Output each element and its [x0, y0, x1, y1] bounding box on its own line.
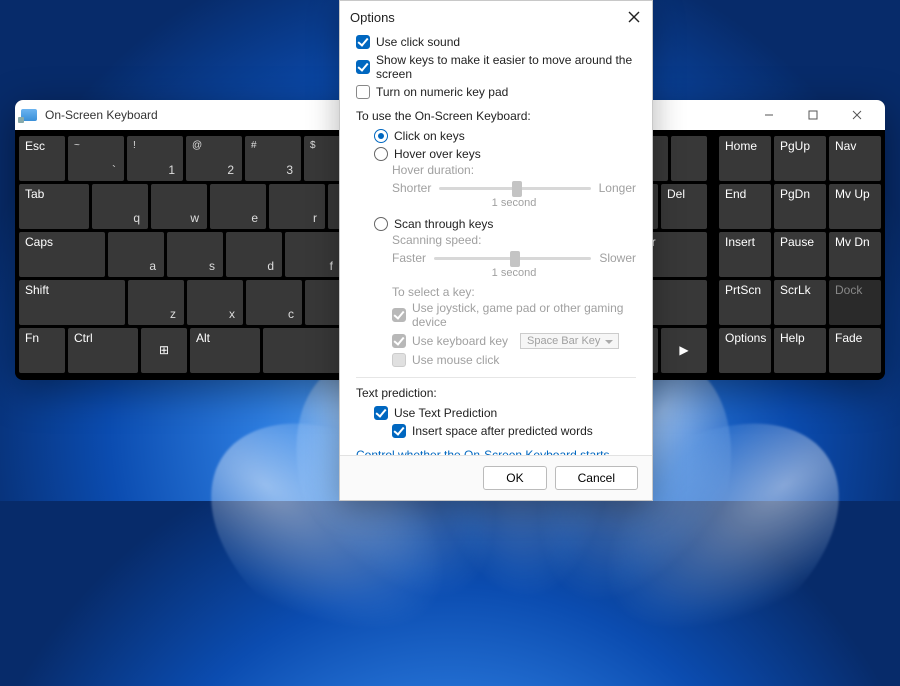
key-right-arrow[interactable]: ▶: [661, 328, 707, 373]
to-use-heading: To use the On-Screen Keyboard:: [356, 109, 636, 123]
key-a[interactable]: a: [108, 232, 164, 277]
key-2[interactable]: @2: [186, 136, 242, 181]
key-win[interactable]: ⊞: [141, 328, 187, 373]
key-f[interactable]: f: [285, 232, 341, 277]
checkbox-icon: [356, 35, 370, 49]
close-icon[interactable]: [626, 9, 642, 25]
key-help[interactable]: Help: [774, 328, 826, 373]
osk-title: On-Screen Keyboard: [45, 108, 158, 122]
key-ctrl[interactable]: Ctrl: [68, 328, 138, 373]
control-startup-link[interactable]: Control whether the On-Screen Keyboard s…: [356, 448, 636, 455]
key-pause[interactable]: Pause: [774, 232, 826, 277]
slider-longer-label: Longer: [599, 181, 636, 195]
checkbox-mouse-click: Use mouse click: [392, 351, 636, 369]
radio-scan-keys[interactable]: Scan through keys: [374, 215, 636, 233]
key-nav[interactable]: Nav: [829, 136, 881, 181]
checkbox-icon: [392, 424, 406, 438]
radio-icon: [374, 129, 388, 143]
text-prediction-heading: Text prediction:: [356, 386, 636, 400]
maximize-button[interactable]: [791, 100, 835, 130]
key-fn[interactable]: Fn: [19, 328, 65, 373]
key-esc[interactable]: Esc: [19, 136, 65, 181]
scanning-speed-label: Scanning speed:: [392, 233, 636, 247]
options-title: Options: [350, 10, 395, 25]
hover-duration-slider: [439, 181, 590, 195]
key-end[interactable]: End: [719, 184, 771, 229]
key-s[interactable]: s: [167, 232, 223, 277]
checkbox-numpad[interactable]: Turn on numeric key pad: [356, 83, 636, 101]
checkbox-show-keys[interactable]: Show keys to make it easier to move arou…: [356, 51, 636, 83]
key-shift-left[interactable]: Shift: [19, 280, 125, 325]
key-mvdn[interactable]: Mv Dn: [829, 232, 881, 277]
checkbox-icon: [356, 85, 370, 99]
windows-icon: ⊞: [159, 344, 169, 357]
checkbox-icon: [356, 60, 370, 74]
key-fade[interactable]: Fade: [829, 328, 881, 373]
to-select-label: To select a key:: [392, 285, 636, 299]
ok-button[interactable]: OK: [483, 466, 546, 490]
key-x[interactable]: x: [187, 280, 243, 325]
key-caps[interactable]: Caps: [19, 232, 105, 277]
minimize-button[interactable]: [747, 100, 791, 130]
options-titlebar[interactable]: Options: [340, 1, 652, 33]
osk-app-icon: [21, 109, 37, 121]
key-tilde[interactable]: ~`: [68, 136, 124, 181]
key-insert[interactable]: Insert: [719, 232, 771, 277]
scanning-speed-slider: [434, 251, 591, 265]
slider-faster-label: Faster: [392, 251, 426, 265]
checkbox-keyboard-key: Use keyboard keySpace Bar Key: [392, 331, 636, 351]
key-home[interactable]: Home: [719, 136, 771, 181]
key-alt[interactable]: Alt: [190, 328, 260, 373]
checkbox-icon: [392, 353, 406, 367]
key-r[interactable]: r: [269, 184, 325, 229]
checkbox-icon: [392, 334, 406, 348]
key-c[interactable]: c: [246, 280, 302, 325]
key-d[interactable]: d: [226, 232, 282, 277]
key-del[interactable]: Del: [661, 184, 707, 229]
key-w[interactable]: w: [151, 184, 207, 229]
key-mvup[interactable]: Mv Up: [829, 184, 881, 229]
slider-shorter-label: Shorter: [392, 181, 431, 195]
checkbox-icon: [392, 308, 406, 322]
checkbox-insert-space[interactable]: Insert space after predicted words: [392, 422, 636, 440]
key-q[interactable]: q: [92, 184, 148, 229]
scanning-speed-value: 1 second: [392, 267, 636, 279]
radio-icon: [374, 147, 388, 161]
radio-hover-keys[interactable]: Hover over keys: [374, 145, 636, 163]
checkbox-text-prediction[interactable]: Use Text Prediction: [374, 404, 636, 422]
checkbox-icon: [374, 406, 388, 420]
key-tab[interactable]: Tab: [19, 184, 89, 229]
key-prtscn[interactable]: PrtScn: [719, 280, 771, 325]
options-dialog: Options Use click sound Show keys to mak…: [339, 0, 653, 501]
key-hidden[interactable]: [671, 136, 707, 181]
key-e[interactable]: e: [210, 184, 266, 229]
key-dock[interactable]: Dock: [829, 280, 881, 325]
key-3[interactable]: #3: [245, 136, 301, 181]
key-pgdn[interactable]: PgDn: [774, 184, 826, 229]
key-z[interactable]: z: [128, 280, 184, 325]
slider-slower-label: Slower: [599, 251, 636, 265]
checkbox-joystick: Use joystick, game pad or other gaming d…: [392, 299, 636, 331]
checkbox-click-sound[interactable]: Use click sound: [356, 33, 636, 51]
close-button[interactable]: [835, 100, 879, 130]
keyboard-key-select: Space Bar Key: [520, 333, 619, 349]
key-scrlk[interactable]: ScrLk: [774, 280, 826, 325]
cancel-button[interactable]: Cancel: [555, 466, 638, 490]
key-options[interactable]: Options: [719, 328, 771, 373]
key-pgup[interactable]: PgUp: [774, 136, 826, 181]
key-1[interactable]: !1: [127, 136, 183, 181]
hover-duration-label: Hover duration:: [392, 163, 636, 177]
hover-duration-value: 1 second: [392, 197, 636, 209]
radio-icon: [374, 217, 388, 231]
radio-click-keys[interactable]: Click on keys: [374, 127, 636, 145]
